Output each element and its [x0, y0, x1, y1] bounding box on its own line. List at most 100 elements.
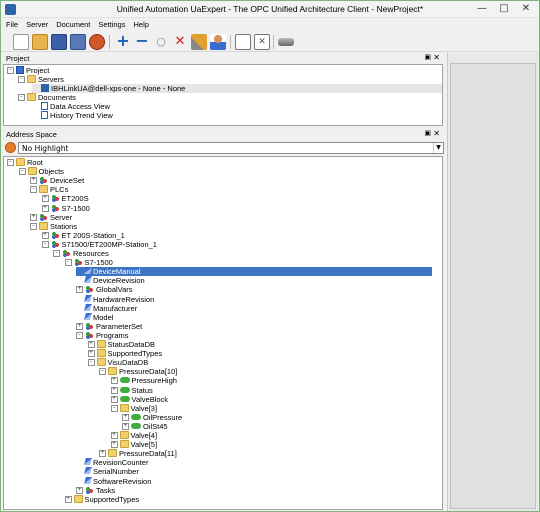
menu-file[interactable]: File: [1, 19, 21, 29]
disconnect-icon[interactable]: [89, 34, 105, 50]
close-icon[interactable]: ✕: [515, 2, 537, 17]
tree-item[interactable]: + S7-1500: [41, 203, 90, 213]
expand-icon[interactable]: +: [64, 495, 72, 503]
user-icon[interactable]: [210, 34, 226, 50]
collapse-icon[interactable]: -: [30, 222, 37, 230]
expand-icon[interactable]: +: [110, 377, 118, 385]
tree-item[interactable]: - PLCs: [30, 185, 68, 194]
tree-item[interactable]: HardwareRevision: [76, 294, 154, 304]
tree-item[interactable]: + Status: [110, 386, 153, 395]
tree-item[interactable]: - S71500/ET200MP-Station_1: [41, 239, 157, 249]
expand-icon[interactable]: +: [41, 195, 49, 203]
new-icon[interactable]: [13, 34, 29, 50]
minimize-icon[interactable]: —: [471, 2, 493, 17]
chevron-down-icon[interactable]: ▼: [433, 143, 443, 153]
project-item-server-connection[interactable]: IBHLinkUA@dell-xps-one - None - None: [32, 84, 442, 93]
tree-item[interactable]: - PressureData[10]: [99, 367, 177, 376]
tree-item[interactable]: - Valve[3]: [110, 403, 157, 413]
tree-item[interactable]: Manufacturer: [76, 303, 137, 313]
expand-icon[interactable]: +: [87, 350, 95, 358]
collapse-icon[interactable]: -: [30, 186, 37, 194]
tree-item[interactable]: - Root: [7, 158, 43, 167]
expand-icon[interactable]: +: [41, 231, 49, 239]
collapse-icon[interactable]: -: [99, 368, 106, 376]
project-item-data-access-view[interactable]: Data Access View: [32, 102, 110, 111]
tree-item[interactable]: + ET 200S-Station_1: [41, 230, 125, 240]
close-panel-icon[interactable]: ✕: [433, 129, 440, 138]
maximize-icon[interactable]: □: [493, 2, 515, 17]
expand-icon[interactable]: +: [76, 486, 83, 494]
tree-item[interactable]: - Stations: [30, 221, 77, 231]
collapse-icon[interactable]: -: [64, 259, 72, 267]
tree-item[interactable]: + DeviceSet: [30, 176, 84, 185]
menu-settings[interactable]: Settings: [93, 19, 128, 29]
menu-server[interactable]: Server: [21, 19, 51, 29]
float-icon[interactable]: ▣: [424, 129, 431, 137]
tree-item[interactable]: DeviceManual: [76, 267, 432, 277]
collapse-icon[interactable]: -: [76, 331, 83, 339]
tree-item[interactable]: + ParameterSet: [76, 321, 142, 331]
tree-item[interactable]: SerialNumber: [76, 467, 139, 476]
connect-icon[interactable]: ○: [153, 34, 169, 50]
tree-item[interactable]: - Resources: [53, 249, 109, 258]
tree-item[interactable]: + PressureHigh: [110, 376, 177, 385]
tree-item[interactable]: + ET200S: [41, 194, 89, 203]
expand-icon[interactable]: +: [76, 286, 83, 294]
tree-item[interactable]: + Server: [30, 212, 72, 222]
expand-icon[interactable]: +: [110, 386, 118, 394]
project-item-project[interactable]: - Project: [7, 66, 49, 75]
menu-help[interactable]: Help: [128, 19, 151, 29]
collapse-icon[interactable]: -: [87, 359, 95, 367]
tree-item[interactable]: + GlobalVars: [76, 285, 133, 294]
project-item-history-trend-view[interactable]: History Trend View: [32, 111, 113, 120]
open-icon[interactable]: [32, 34, 48, 50]
float-icon[interactable]: ▣: [424, 53, 431, 61]
tree-item[interactable]: + StatusDataDB: [87, 340, 155, 349]
document-icon[interactable]: [235, 34, 251, 50]
expand-icon[interactable]: +: [30, 213, 37, 221]
expand-icon[interactable]: +: [41, 204, 49, 212]
tree-item[interactable]: Model: [76, 312, 113, 322]
expand-icon[interactable]: +: [76, 322, 83, 330]
tree-item[interactable]: DeviceRevision: [76, 276, 145, 285]
refresh-icon[interactable]: [5, 142, 16, 153]
collapse-icon[interactable]: -: [53, 250, 60, 257]
expand-icon[interactable]: +: [30, 177, 37, 185]
project-item-servers[interactable]: - Servers: [18, 75, 64, 84]
delete-icon[interactable]: ✕: [172, 34, 188, 50]
gateway-icon[interactable]: [278, 38, 294, 46]
expand-icon[interactable]: +: [122, 422, 129, 430]
tree-item[interactable]: - Objects: [18, 167, 64, 176]
tree-item[interactable]: + Valve[4]: [110, 431, 157, 440]
tree-item[interactable]: + SupportedTypes: [87, 349, 162, 358]
tree-item[interactable]: SoftwareRevision: [76, 476, 151, 486]
expand-icon[interactable]: +: [110, 432, 118, 439]
save-icon[interactable]: [51, 34, 67, 50]
expand-icon[interactable]: +: [110, 441, 118, 449]
remove-icon[interactable]: −: [134, 33, 150, 50]
expand-icon[interactable]: +: [87, 341, 95, 348]
collapse-icon[interactable]: -: [41, 240, 49, 248]
collapse-icon[interactable]: -: [110, 404, 118, 412]
expand-icon[interactable]: +: [122, 413, 129, 421]
menu-document[interactable]: Document: [51, 19, 93, 29]
project-item-documents[interactable]: - Documents: [18, 93, 76, 102]
expand-icon[interactable]: +: [99, 450, 106, 458]
tree-item[interactable]: RevisionCounter: [76, 458, 148, 467]
tree-item[interactable]: - VisuDataDB: [87, 358, 148, 367]
expand-icon[interactable]: +: [110, 395, 118, 403]
settings-icon[interactable]: [191, 34, 207, 50]
close-panel-icon[interactable]: ✕: [433, 53, 440, 62]
tree-item[interactable]: - Programs: [76, 330, 129, 340]
collapse-icon[interactable]: -: [18, 168, 26, 176]
tree-item[interactable]: + Valve[5]: [110, 440, 157, 449]
tree-item[interactable]: - S7-1500: [64, 258, 113, 267]
tree-item[interactable]: + OilSt45: [122, 422, 168, 431]
tree-item[interactable]: + SupportedTypes: [64, 494, 139, 504]
tree-item[interactable]: + PressureData[11]: [99, 449, 177, 458]
save-as-icon[interactable]: [70, 34, 86, 50]
collapse-icon[interactable]: -: [7, 159, 14, 166]
highlight-select[interactable]: No Highlight ▼: [18, 142, 444, 154]
delete-document-icon[interactable]: ✕: [254, 34, 270, 50]
tree-item[interactable]: + Tasks: [76, 485, 115, 495]
